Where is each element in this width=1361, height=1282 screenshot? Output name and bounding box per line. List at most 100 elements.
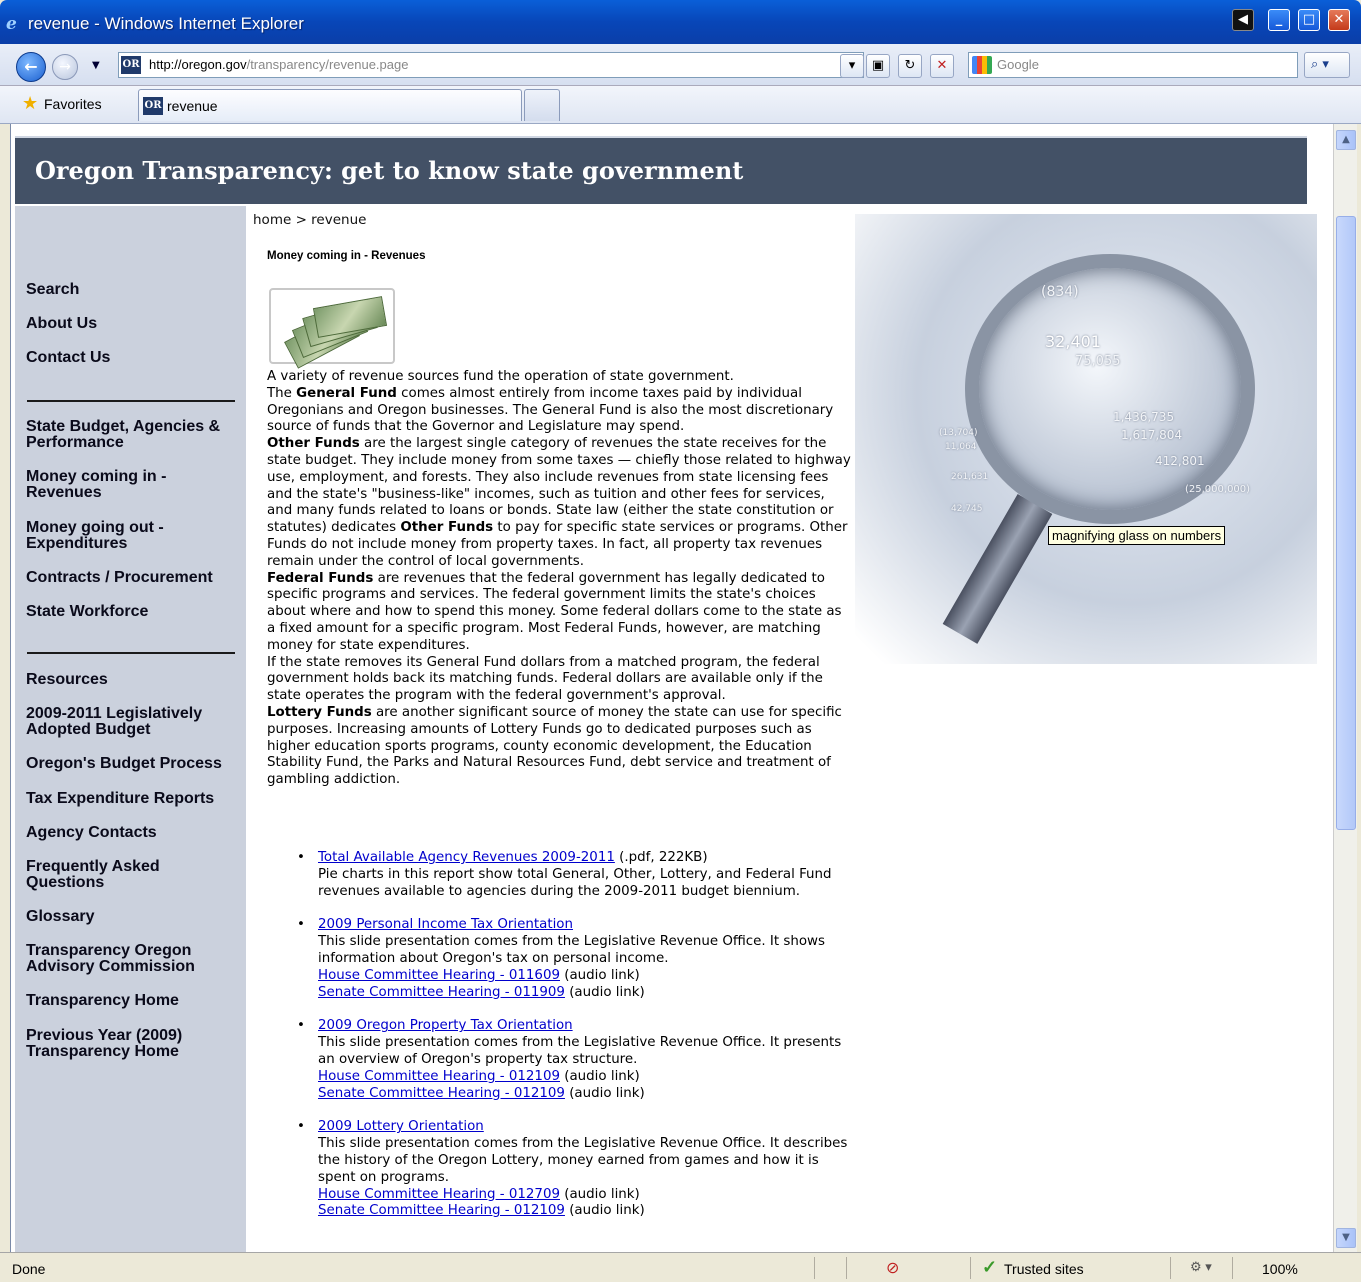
senate-hearing-link[interactable]: Senate Committee Hearing - 012109 — [318, 1086, 565, 1101]
tab-favicon-icon: OR — [143, 97, 163, 115]
scroll-up-icon[interactable]: ▲ — [1336, 130, 1356, 150]
sidebar-item-home[interactable]: Transparency Home — [26, 993, 240, 1009]
refresh-icon[interactable]: ↻ — [898, 54, 922, 78]
other-funds-term: Other Funds — [267, 436, 360, 452]
sidebar-item-previous-year[interactable]: Previous Year (2009) Transparency Home — [26, 1028, 240, 1060]
sidebar-divider — [27, 400, 235, 402]
status-divider — [1232, 1257, 1233, 1279]
sidebar-item-advisory[interactable]: Transparency Oregon Advisory Commission — [26, 943, 240, 975]
resource-link[interactable]: 2009 Personal Income Tax Orientation — [318, 917, 573, 932]
audio-label: (audio link) — [560, 1186, 640, 1202]
audio-label: (audio link) — [564, 984, 645, 1000]
hero-number: 1,436,735 — [1113, 410, 1175, 424]
audio-label: (audio link) — [564, 1203, 645, 1219]
forward-button[interactable]: → — [52, 54, 78, 80]
sidebar-item-adopted-budget[interactable]: 2009-2011 Legislatively Adopted Budget — [26, 706, 240, 738]
page-heading: Money coming in - Revenues — [267, 250, 426, 262]
resource-list: Total Available Agency Revenues 2009-201… — [297, 850, 857, 1237]
senate-hearing-link[interactable]: Senate Committee Hearing - 012109 — [318, 1203, 565, 1218]
hero-number: (13,704) — [939, 428, 978, 438]
zoom-level[interactable]: 100% — [1262, 1261, 1298, 1277]
hero-number: (25,000,000) — [1185, 484, 1251, 495]
stop-icon[interactable]: ✕ — [930, 54, 954, 78]
sidebar-divider — [27, 652, 235, 654]
federal-funds-term: Federal Funds — [267, 570, 374, 586]
list-item: 2009 Lottery Orientation This slide pres… — [297, 1119, 857, 1220]
hero-number: 32,401 — [1045, 332, 1101, 351]
address-dropdown-icon[interactable]: ▾ — [840, 54, 864, 78]
sidebar-item-search[interactable]: Search — [26, 282, 240, 298]
status-bar: Done ⊘ ✓ Trusted sites ⚙ ▾ 100% — [0, 1252, 1361, 1282]
vertical-scrollbar[interactable]: ▲ ▼ — [1333, 124, 1357, 1252]
address-bar[interactable]: OR http://oregon.gov/transparency/revenu… — [118, 52, 864, 78]
sidebar-item-resources[interactable]: Resources — [26, 672, 240, 688]
lottery-funds-term: Lottery Funds — [267, 704, 372, 720]
resource-link[interactable]: 2009 Lottery Orientation — [318, 1119, 484, 1134]
sidebar-item-tax-reports[interactable]: Tax Expenditure Reports — [26, 791, 240, 807]
address-path: /transparency/revenue.page — [246, 57, 409, 72]
search-button[interactable]: ⌕ ▾ — [1304, 52, 1350, 78]
general-fund-term: General Fund — [296, 385, 397, 401]
search-placeholder: Google — [997, 57, 1039, 72]
sidebar-item-glossary[interactable]: Glossary — [26, 909, 240, 925]
security-zone[interactable]: Trusted sites — [1004, 1261, 1084, 1277]
scroll-down-icon[interactable]: ▼ — [1336, 1228, 1356, 1248]
banner-title: Oregon Transparency: get to know state g… — [35, 156, 744, 185]
tab-revenue[interactable]: OR revenue — [138, 89, 522, 121]
other-funds-term: Other Funds — [400, 520, 494, 536]
body-p1: A variety of revenue sources fund the op… — [267, 369, 734, 384]
hero-number: 11,064 — [945, 442, 977, 452]
site-favicon-icon: OR — [121, 56, 141, 74]
resource-suffix: (.pdf, 222KB) — [614, 850, 708, 865]
close-button[interactable]: ✕ — [1328, 9, 1350, 31]
sidebar-item-revenues[interactable]: Money coming in - Revenues — [26, 469, 240, 501]
minimize-button[interactable]: _ — [1268, 9, 1290, 31]
page-viewport: Oregon Transparency: get to know state g… — [10, 124, 1333, 1252]
ie-logo-icon: e — [6, 14, 17, 34]
hero-number: 1,617,804 — [1121, 428, 1183, 442]
search-input[interactable]: Google — [968, 52, 1298, 78]
sidebar-item-expenditures[interactable]: Money going out - Expenditures — [26, 520, 240, 552]
favorites-button[interactable]: Favorites — [44, 96, 102, 112]
bill-shape — [312, 296, 388, 338]
sidebar-item-contact[interactable]: Contact Us — [26, 350, 240, 366]
hero-number: 261,631 — [951, 472, 989, 482]
favorites-star-icon[interactable]: ★ — [22, 93, 38, 114]
scroll-thumb[interactable] — [1336, 216, 1356, 830]
sidebar-item-budget[interactable]: State Budget, Agencies & Performance — [26, 419, 240, 451]
maximize-button[interactable]: □ — [1298, 9, 1320, 31]
back-button[interactable]: ← — [16, 52, 46, 82]
trusted-check-icon: ✓ — [982, 1257, 998, 1277]
resource-link[interactable]: 2009 Oregon Property Tax Orientation — [318, 1018, 573, 1033]
senate-hearing-link[interactable]: Senate Committee Hearing - 011909 — [318, 985, 565, 1000]
house-hearing-link[interactable]: House Committee Hearing - 012709 — [318, 1187, 560, 1202]
resource-link[interactable]: Total Available Agency Revenues 2009-201… — [318, 850, 615, 865]
magnifying-glass-image: 32,401 75,055 1,436,735 1,617,804 412,80… — [855, 214, 1317, 664]
status-divider — [970, 1257, 971, 1279]
history-dropdown-icon[interactable]: ▼ — [92, 60, 100, 71]
hero-number: 75,055 — [1075, 354, 1121, 369]
body-p5: If the state removes its General Fund do… — [267, 654, 823, 704]
image-tooltip: magnifying glass on numbers — [1048, 526, 1226, 545]
resource-description: Pie charts in this report show total Gen… — [318, 866, 832, 899]
sidebar-item-about[interactable]: About Us — [26, 316, 240, 332]
sidebar-item-budget-process[interactable]: Oregon's Budget Process — [26, 756, 240, 772]
sidebar-item-workforce[interactable]: State Workforce — [26, 604, 240, 620]
sidebar-item-agency-contacts[interactable]: Agency Contacts — [26, 825, 240, 841]
compatibility-view-icon[interactable]: ▣ — [866, 54, 890, 78]
status-text: Done — [12, 1261, 46, 1277]
sidebar-item-contracts[interactable]: Contracts / Procurement — [26, 570, 240, 586]
site-banner: Oregon Transparency: get to know state g… — [15, 136, 1307, 204]
privacy-icon[interactable]: ⊘ — [886, 1258, 899, 1278]
house-hearing-link[interactable]: House Committee Hearing - 012109 — [318, 1069, 560, 1084]
money-stack-image — [269, 288, 395, 369]
house-hearing-link[interactable]: House Committee Hearing - 011609 — [318, 968, 560, 983]
protected-mode-icon[interactable]: ⚙ ▾ — [1190, 1259, 1212, 1275]
new-tab-button[interactable] — [524, 89, 560, 121]
list-item: 2009 Personal Income Tax Orientation Thi… — [297, 917, 857, 1001]
side-arrow-button[interactable]: ◀ — [1232, 9, 1254, 31]
status-divider — [846, 1257, 847, 1279]
sidebar-item-faq[interactable]: Frequently Asked Questions — [26, 859, 240, 891]
hero-number: 42,745 — [951, 504, 983, 514]
sidebar: Search About Us Contact Us State Budget,… — [15, 206, 246, 1252]
